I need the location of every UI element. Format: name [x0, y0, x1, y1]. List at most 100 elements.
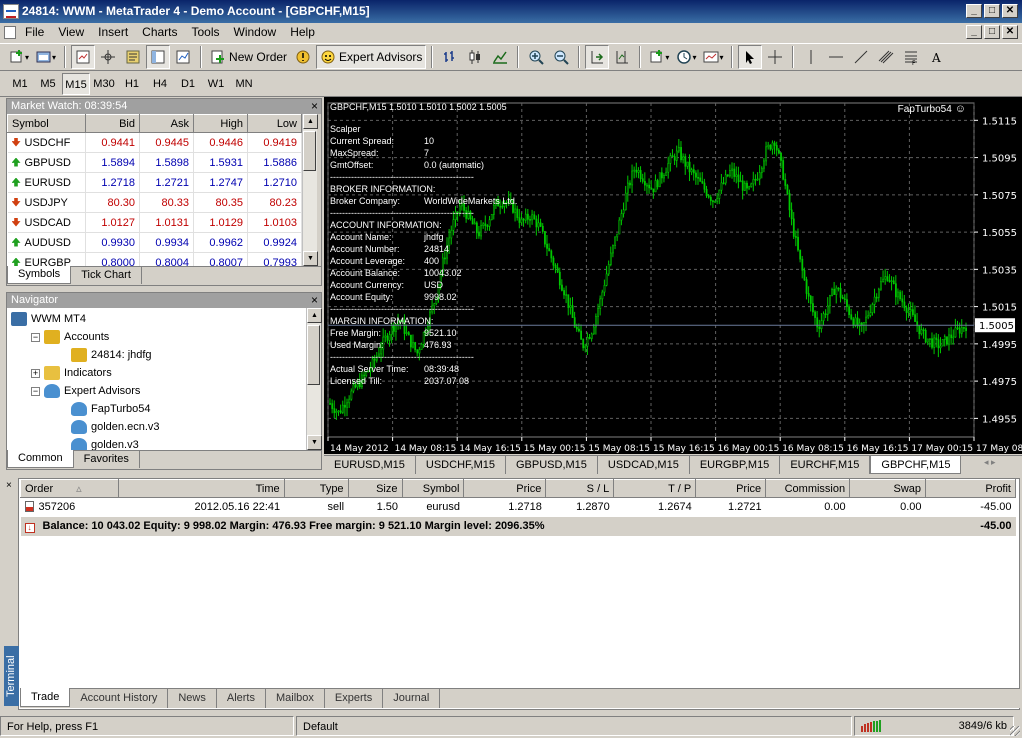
- terminal-tab[interactable]: News: [168, 689, 217, 708]
- vertical-line-tool[interactable]: [799, 45, 823, 69]
- menu-charts[interactable]: Charts: [135, 23, 184, 42]
- collapse-icon[interactable]: −: [31, 386, 40, 396]
- templates-button[interactable]: ▾: [700, 45, 726, 69]
- col-header[interactable]: Price: [695, 479, 767, 498]
- menu-file[interactable]: File: [18, 23, 51, 42]
- scroll-thumb[interactable]: [307, 325, 320, 385]
- timeframe-d1[interactable]: D1: [174, 73, 202, 95]
- line-chart-button[interactable]: [488, 45, 512, 69]
- col-header[interactable]: Profit: [925, 479, 1016, 498]
- menu-help[interactable]: Help: [283, 23, 322, 42]
- bar-chart-button[interactable]: [438, 45, 462, 69]
- tab-symbols[interactable]: Symbols: [7, 266, 72, 284]
- timeframe-h4[interactable]: H4: [146, 73, 174, 95]
- navigator-toggle[interactable]: [121, 45, 145, 69]
- chart-tab[interactable]: GBPCHF,M15: [870, 456, 962, 474]
- menu-window[interactable]: Window: [227, 23, 284, 42]
- menu-view[interactable]: View: [51, 23, 91, 42]
- timeframe-mn[interactable]: MN: [230, 73, 258, 95]
- timeframe-m15[interactable]: M15: [62, 73, 90, 95]
- chart-shift-button[interactable]: [610, 45, 634, 69]
- text-tool[interactable]: A: [924, 45, 948, 69]
- col-high[interactable]: High: [193, 114, 248, 133]
- col-header[interactable]: S / L: [545, 479, 615, 498]
- scroll-thumb[interactable]: [303, 131, 316, 171]
- scroll-down-arrow-icon[interactable]: ▼: [303, 251, 318, 266]
- horizontal-line-tool[interactable]: [824, 45, 848, 69]
- navigator-close-icon[interactable]: ×: [311, 293, 318, 308]
- nav-item[interactable]: golden.ecn.v3: [7, 418, 306, 436]
- market-watch-header[interactable]: Market Watch: 08:39:54 ×: [7, 99, 321, 114]
- terminal-toggle[interactable]: [146, 45, 171, 69]
- new-chart-button[interactable]: ▾: [6, 45, 32, 69]
- resize-grip-icon[interactable]: [1010, 726, 1020, 736]
- market-watch-row[interactable]: USDCAD 1.0127 1.0131 1.0129 1.0103: [7, 212, 302, 233]
- timeframe-m30[interactable]: M30: [90, 73, 118, 95]
- market-watch-row[interactable]: EURGBP 0.8000 0.8004 0.8007 0.7993: [7, 252, 302, 266]
- maximize-button[interactable]: □: [984, 4, 1000, 18]
- expand-icon[interactable]: +: [31, 368, 40, 378]
- metaeditor-button[interactable]: [291, 45, 315, 69]
- col-low[interactable]: Low: [247, 114, 302, 133]
- expert-advisors-button[interactable]: Expert Advisors: [316, 45, 427, 69]
- market-watch-row[interactable]: AUDUSD 0.9930 0.9934 0.9962 0.9924: [7, 232, 302, 253]
- chart-tab[interactable]: EURGBP,M15: [690, 456, 781, 474]
- terminal-tab[interactable]: Experts: [325, 689, 384, 708]
- nav-item[interactable]: − Accounts: [7, 328, 306, 346]
- nav-item[interactable]: + Indicators: [7, 364, 306, 382]
- crosshair-tool[interactable]: [763, 45, 787, 69]
- market-watch-row[interactable]: GBPUSD 1.5894 1.5898 1.5931 1.5886: [7, 152, 302, 173]
- market-watch-row[interactable]: USDCHF 0.9441 0.9445 0.9446 0.9419: [7, 132, 302, 153]
- chart-tabs-scroll-arrows-icon[interactable]: ◂ ▸: [984, 457, 996, 468]
- col-header[interactable]: Order ▵: [20, 479, 119, 498]
- scroll-down-arrow-icon[interactable]: ▼: [307, 435, 322, 450]
- channel-tool[interactable]: [874, 45, 898, 69]
- terminal-tab[interactable]: Account History: [70, 689, 169, 708]
- timeframe-w1[interactable]: W1: [202, 73, 230, 95]
- tab-common[interactable]: Common: [7, 450, 74, 468]
- chart-tab[interactable]: EURCHF,M15: [780, 456, 871, 474]
- col-header[interactable]: Time: [117, 479, 285, 498]
- chart-window[interactable]: 1.5115 1.5095 1.5075 1.5055 1.5035 1.5015 1.49…: [324, 97, 1022, 454]
- timeframe-m5[interactable]: M5: [34, 73, 62, 95]
- minimize-button[interactable]: _: [966, 4, 982, 18]
- navigator-header[interactable]: Navigator ×: [7, 293, 321, 308]
- terminal-tab[interactable]: Journal: [383, 689, 441, 708]
- market-watch-row[interactable]: USDJPY 80.30 80.33 80.35 80.23: [7, 192, 302, 213]
- tab-tick-chart[interactable]: Tick Chart: [71, 267, 142, 284]
- terminal-tab[interactable]: Mailbox: [266, 689, 325, 708]
- chart-tab[interactable]: USDCHF,M15: [416, 456, 506, 474]
- col-header[interactable]: Swap: [849, 479, 927, 498]
- zoom-out-button[interactable]: [549, 45, 573, 69]
- scroll-up-arrow-icon[interactable]: ▲: [307, 308, 322, 323]
- terminal-tab[interactable]: Trade: [20, 688, 71, 707]
- chart-tab[interactable]: GBPUSD,M15: [506, 456, 598, 474]
- market-watch-close-icon[interactable]: ×: [311, 99, 318, 114]
- terminal-tab[interactable]: Alerts: [217, 689, 266, 708]
- profiles-button[interactable]: ▾: [33, 45, 59, 69]
- autoscroll-button[interactable]: [585, 45, 610, 69]
- chart-tab[interactable]: EURUSD,M15: [324, 456, 416, 474]
- scroll-up-arrow-icon[interactable]: ▲: [303, 114, 318, 129]
- close-button[interactable]: ✕: [1002, 4, 1018, 18]
- nav-item[interactable]: golden.v3: [7, 436, 306, 450]
- timeframe-m1[interactable]: M1: [6, 73, 34, 95]
- trendline-tool[interactable]: [849, 45, 873, 69]
- zoom-in-button[interactable]: [524, 45, 548, 69]
- tab-favorites[interactable]: Favorites: [74, 451, 140, 468]
- terminal-close-icon[interactable]: ×: [6, 480, 12, 491]
- col-bid[interactable]: Bid: [85, 114, 140, 133]
- col-header[interactable]: T / P: [613, 479, 697, 498]
- mdi-minimize-button[interactable]: _: [966, 25, 982, 39]
- menu-tools[interactable]: Tools: [185, 23, 227, 42]
- market-watch-toggle[interactable]: [71, 45, 96, 69]
- chart-tab[interactable]: USDCAD,M15: [598, 456, 690, 474]
- market-watch-row[interactable]: EURUSD 1.2718 1.2721 1.2747 1.2710: [7, 172, 302, 193]
- market-watch-scrollbar[interactable]: ▲ ▼: [302, 114, 318, 266]
- col-header[interactable]: Symbol: [401, 479, 465, 498]
- navigator-scrollbar[interactable]: ▲ ▼: [306, 308, 322, 450]
- nav-item[interactable]: − Expert Advisors: [7, 382, 306, 400]
- fibonacci-tool[interactable]: F: [899, 45, 923, 69]
- col-ask[interactable]: Ask: [139, 114, 194, 133]
- document-icon[interactable]: [4, 26, 16, 39]
